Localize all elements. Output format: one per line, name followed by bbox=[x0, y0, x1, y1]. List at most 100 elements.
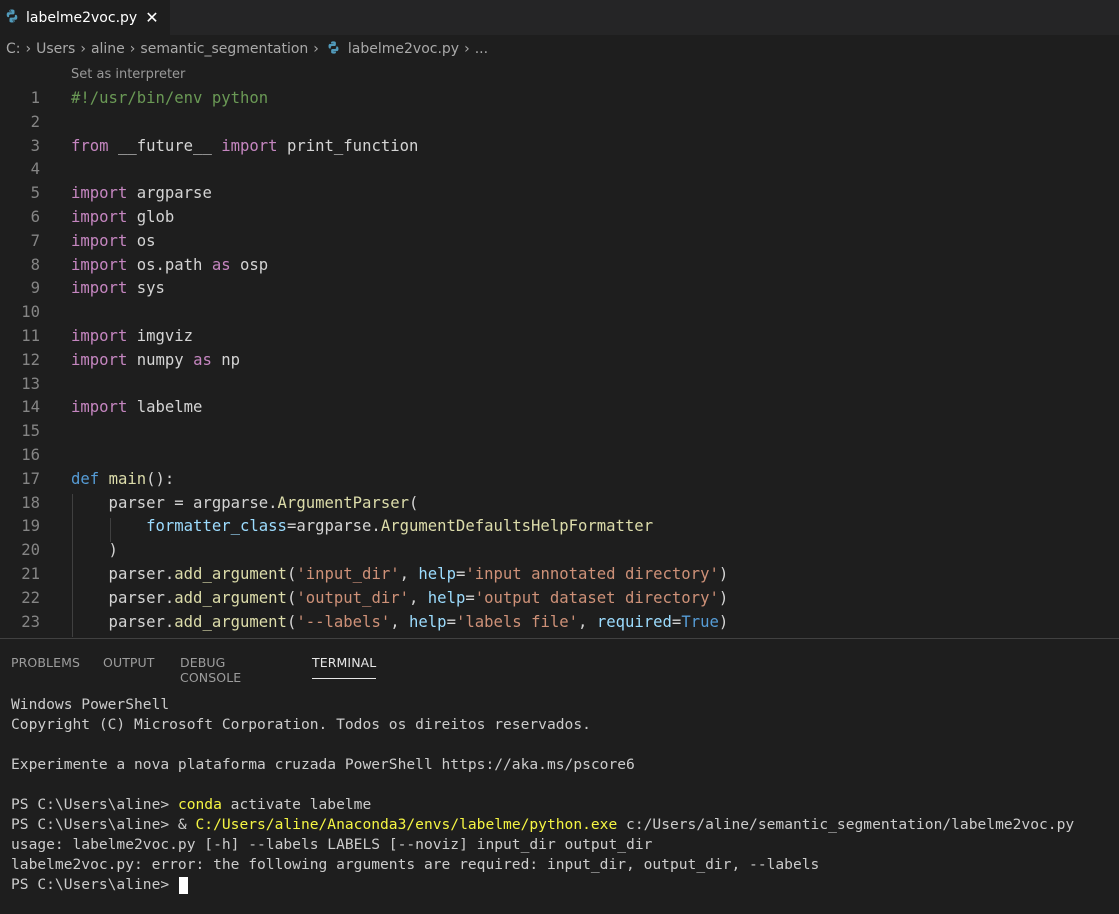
active-tab-indicator bbox=[312, 678, 376, 679]
terminal-text: Copyright (C) Microsoft Corporation. Tod… bbox=[11, 716, 591, 733]
code-token: 'output dataset directory' bbox=[474, 588, 719, 607]
code-token: labelme bbox=[127, 398, 203, 417]
terminal-text: activate labelme bbox=[221, 796, 372, 813]
terminal-text: conda bbox=[177, 796, 222, 813]
line-number: 22 bbox=[21, 588, 40, 607]
code-token: #!/usr/bin/env python bbox=[71, 89, 269, 107]
line-number: 14 bbox=[21, 398, 40, 417]
code-token: ( bbox=[286, 565, 297, 583]
line-number: 19 bbox=[21, 517, 40, 536]
code-token: import bbox=[71, 279, 128, 298]
code-text: import labelme bbox=[71, 395, 202, 419]
code-token: ) bbox=[718, 565, 729, 583]
code-token: =argparse. bbox=[286, 517, 381, 536]
codelens-set-interpreter[interactable]: Set as interpreter bbox=[71, 67, 185, 82]
code-text: ) bbox=[71, 538, 118, 562]
code-token: add_argument bbox=[174, 636, 287, 637]
terminal-line: PS C:\Users\aline> bbox=[11, 875, 1111, 895]
code-token: parser. bbox=[71, 565, 175, 583]
code-token: from bbox=[71, 136, 109, 155]
code-token: ( bbox=[286, 612, 297, 631]
code-token: as bbox=[211, 255, 231, 274]
code-text: from __future__ import print_function bbox=[71, 134, 418, 158]
code-text: parser.add_argument('input_dir', help='i… bbox=[71, 562, 729, 586]
code-token: import bbox=[71, 255, 128, 274]
code-token: , bbox=[390, 612, 410, 631]
code-token: import bbox=[71, 184, 128, 203]
code-token: import bbox=[221, 136, 278, 155]
code-token: import bbox=[71, 327, 128, 345]
code-token: add_argument bbox=[174, 612, 287, 631]
code-token: 'input annotated directory' bbox=[465, 565, 719, 583]
breadcrumb-semantic-segmentation[interactable]: semantic_segmentation bbox=[140, 41, 308, 57]
terminal-line: PS C:\Users\aline> conda activate labelm… bbox=[11, 795, 1111, 815]
code-token: , bbox=[399, 565, 419, 583]
code-token: ) bbox=[718, 612, 729, 631]
line-number: 5 bbox=[30, 184, 40, 203]
code-text: parser = argparse.ArgumentParser( bbox=[71, 491, 419, 515]
terminal-cursor bbox=[178, 876, 188, 894]
code-text: parser.add_argument('--labels', help='la… bbox=[71, 610, 729, 634]
code-token: import bbox=[71, 208, 128, 226]
code-token: def bbox=[71, 469, 100, 488]
code-token: imgviz bbox=[127, 327, 194, 345]
tab-output[interactable]: OUTPUT bbox=[103, 655, 155, 670]
code-token: formatter_class bbox=[146, 517, 287, 536]
line-number: 1 bbox=[30, 89, 40, 107]
tab-problems[interactable]: PROBLEMS bbox=[11, 655, 80, 670]
line-number: 15 bbox=[21, 422, 40, 441]
code-token: required bbox=[596, 612, 672, 631]
line-number: 7 bbox=[30, 231, 40, 250]
terminal-line: usage: labelme2voc.py [-h] --labels LABE… bbox=[11, 835, 1111, 855]
breadcrumb-symbols[interactable]: ... bbox=[475, 41, 488, 57]
code-token: add_argument bbox=[174, 565, 287, 583]
code-token: , bbox=[409, 588, 428, 607]
code-text: import os.path as osp bbox=[71, 253, 268, 277]
line-number: 6 bbox=[30, 208, 40, 226]
code-text: parser.add_argument('output_dir', help='… bbox=[71, 586, 729, 610]
line-number: 23 bbox=[21, 612, 40, 631]
python-icon bbox=[4, 8, 20, 28]
code-token: __future__ bbox=[117, 136, 212, 155]
code-token: np bbox=[211, 350, 241, 369]
code-token: import bbox=[71, 231, 128, 250]
breadcrumb: C: › Users › aline › semantic_segmentati… bbox=[6, 38, 488, 60]
code-token: ArgumentDefaultsHelpFormatter bbox=[380, 517, 654, 536]
code-editor[interactable]: 1 #!/usr/bin/env python 2 3 from __future__ … bbox=[0, 86, 1119, 637]
chevron-right-icon: › bbox=[25, 41, 32, 57]
code-token: import bbox=[71, 398, 128, 417]
code-token: parser. bbox=[71, 588, 175, 607]
line-number: 9 bbox=[30, 279, 40, 298]
chevron-right-icon: › bbox=[313, 41, 319, 57]
code-token: ( bbox=[287, 636, 296, 637]
breadcrumb-file[interactable]: labelme2voc.py bbox=[348, 41, 459, 57]
code-token: ) bbox=[718, 588, 729, 607]
code-text: formatter_class=argparse.ArgumentDefault… bbox=[71, 514, 653, 538]
line-number: 8 bbox=[30, 255, 40, 274]
terminal-text: PS C:\Users\aline> & bbox=[11, 816, 196, 833]
code-token: ArgumentParser bbox=[277, 493, 409, 512]
tab-terminal[interactable]: TERMINAL bbox=[312, 655, 376, 670]
terminal-line: Experimente a nova plataforma cruzada Po… bbox=[11, 755, 1111, 775]
terminal-text: labelme2voc.py: error: the following arg… bbox=[11, 856, 820, 873]
terminal-text: c:/Users/aline/semantic_segmentation/lab… bbox=[617, 816, 1075, 833]
close-icon[interactable]: ✕ bbox=[145, 8, 158, 27]
chevron-right-icon: › bbox=[464, 41, 470, 57]
breadcrumb-users[interactable]: Users bbox=[36, 41, 75, 57]
code-token: ( bbox=[408, 493, 419, 512]
line-number: 12 bbox=[21, 350, 40, 369]
breadcrumb-drive[interactable]: C: bbox=[6, 41, 21, 57]
code-token: main bbox=[108, 469, 147, 488]
line-number: 21 bbox=[21, 565, 40, 583]
terminal[interactable]: Windows PowerShell Copyright (C) Microsof… bbox=[11, 695, 1111, 895]
editor-tab-labelme2voc[interactable]: labelme2voc.py ✕ bbox=[0, 0, 170, 35]
tab-debug-console[interactable]: DEBUG CONSOLE bbox=[180, 655, 241, 685]
line-number: 24 bbox=[0, 633, 40, 637]
breadcrumb-aline[interactable]: aline bbox=[91, 41, 125, 57]
code-token: glob bbox=[127, 208, 175, 226]
line-number: 20 bbox=[21, 541, 40, 560]
python-icon bbox=[326, 40, 341, 59]
